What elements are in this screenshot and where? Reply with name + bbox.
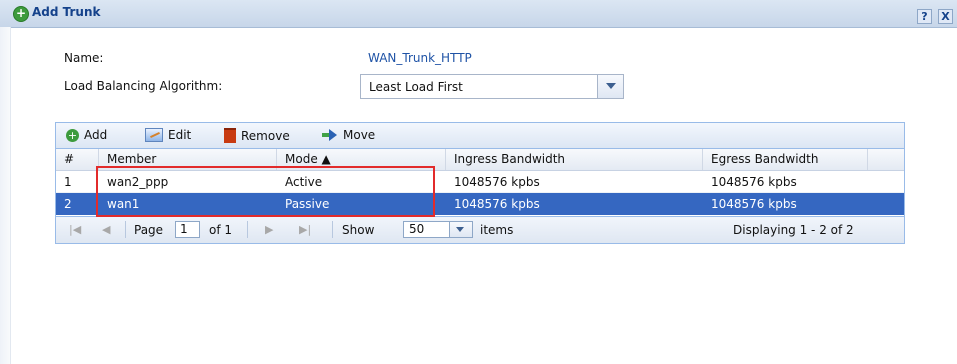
table-row-selected[interactable]: 2 wan1 Passive 1048576 kpbs 1048576 kpbs bbox=[56, 193, 904, 215]
row-number: 2 bbox=[64, 197, 72, 211]
column-member[interactable]: Member bbox=[99, 149, 277, 170]
table-row[interactable]: 1 wan2_ppp Active 1048576 kpbs 1048576 k… bbox=[56, 171, 904, 193]
ingress-cell: 1048576 kpbs bbox=[454, 175, 540, 189]
items-per-page-select[interactable]: 50 bbox=[403, 221, 473, 238]
egress-cell: 1048576 kpbs bbox=[711, 197, 797, 211]
column-mode[interactable]: Mode ▲ bbox=[277, 149, 446, 170]
dialog-side-panel bbox=[0, 27, 11, 364]
remove-label: Remove bbox=[241, 128, 290, 143]
egress-cell: 1048576 kpbs bbox=[711, 175, 797, 189]
add-label: Add bbox=[84, 128, 108, 142]
add-button[interactable]: + Add bbox=[66, 128, 107, 142]
page-count: of 1 bbox=[209, 223, 233, 237]
column-ingress-bandwidth[interactable]: Ingress Bandwidth bbox=[446, 149, 703, 170]
first-page-icon[interactable]: |◀ bbox=[69, 223, 81, 236]
mode-cell: Passive bbox=[285, 197, 330, 211]
page-input[interactable]: 1 bbox=[175, 221, 200, 238]
member-grid: + Add Edit Remove Move # Member Mode ▲ I… bbox=[55, 122, 905, 244]
dialog-title: Add Trunk bbox=[32, 5, 101, 19]
row-number: 1 bbox=[64, 175, 72, 189]
pager-separator bbox=[332, 221, 333, 238]
grid-header: # Member Mode ▲ Ingress Bandwidth Egress… bbox=[56, 149, 904, 171]
remove-button[interactable]: Remove bbox=[224, 128, 290, 143]
previous-page-icon[interactable]: ◀ bbox=[102, 223, 110, 236]
pager-separator bbox=[247, 221, 248, 238]
add-trunk-dialog: + Add Trunk ? X Name: WAN_Trunk_HTTP Loa… bbox=[0, 0, 957, 364]
column-egress-bandwidth[interactable]: Egress Bandwidth bbox=[703, 149, 868, 170]
member-cell: wan2_ppp bbox=[107, 175, 169, 189]
dialog-titlebar: + Add Trunk ? X bbox=[0, 0, 957, 28]
plus-icon: + bbox=[66, 128, 79, 142]
help-button[interactable]: ? bbox=[917, 9, 932, 24]
displaying-count: Displaying 1 - 2 of 2 bbox=[733, 223, 854, 237]
paging-toolbar: |◀ ◀ Page 1 of 1 ▶ ▶| Show 50 items Disp… bbox=[56, 216, 904, 243]
chevron-down-icon[interactable] bbox=[449, 222, 472, 237]
dropdown-button[interactable] bbox=[597, 75, 623, 98]
algorithm-label: Load Balancing Algorithm: bbox=[64, 79, 223, 93]
load-balancing-select[interactable]: Least Load First bbox=[360, 74, 624, 99]
edit-icon bbox=[145, 128, 163, 142]
trash-icon bbox=[224, 128, 236, 143]
page-label: Page bbox=[134, 223, 164, 237]
move-button[interactable]: Move bbox=[322, 128, 375, 142]
move-label: Move bbox=[343, 128, 376, 142]
add-icon: + bbox=[13, 6, 29, 22]
edit-button[interactable]: Edit bbox=[145, 128, 191, 142]
name-label: Name: bbox=[64, 51, 104, 65]
edit-label: Edit bbox=[168, 128, 192, 142]
name-value: WAN_Trunk_HTTP bbox=[368, 51, 472, 65]
mode-cell: Active bbox=[285, 175, 323, 189]
load-balancing-value: Least Load First bbox=[369, 80, 463, 94]
next-page-icon[interactable]: ▶ bbox=[265, 223, 273, 236]
grid-toolbar: + Add Edit Remove Move bbox=[56, 123, 904, 149]
column-number[interactable]: # bbox=[56, 149, 99, 170]
chevron-down-icon bbox=[606, 83, 616, 89]
ingress-cell: 1048576 kpbs bbox=[454, 197, 540, 211]
close-button[interactable]: X bbox=[938, 9, 953, 24]
last-page-icon[interactable]: ▶| bbox=[299, 223, 311, 236]
pager-separator bbox=[125, 221, 126, 238]
items-label: items bbox=[480, 223, 514, 237]
show-label: Show bbox=[342, 223, 375, 237]
move-icon bbox=[322, 129, 338, 141]
items-per-page-value: 50 bbox=[409, 222, 425, 236]
member-cell: wan1 bbox=[107, 197, 140, 211]
